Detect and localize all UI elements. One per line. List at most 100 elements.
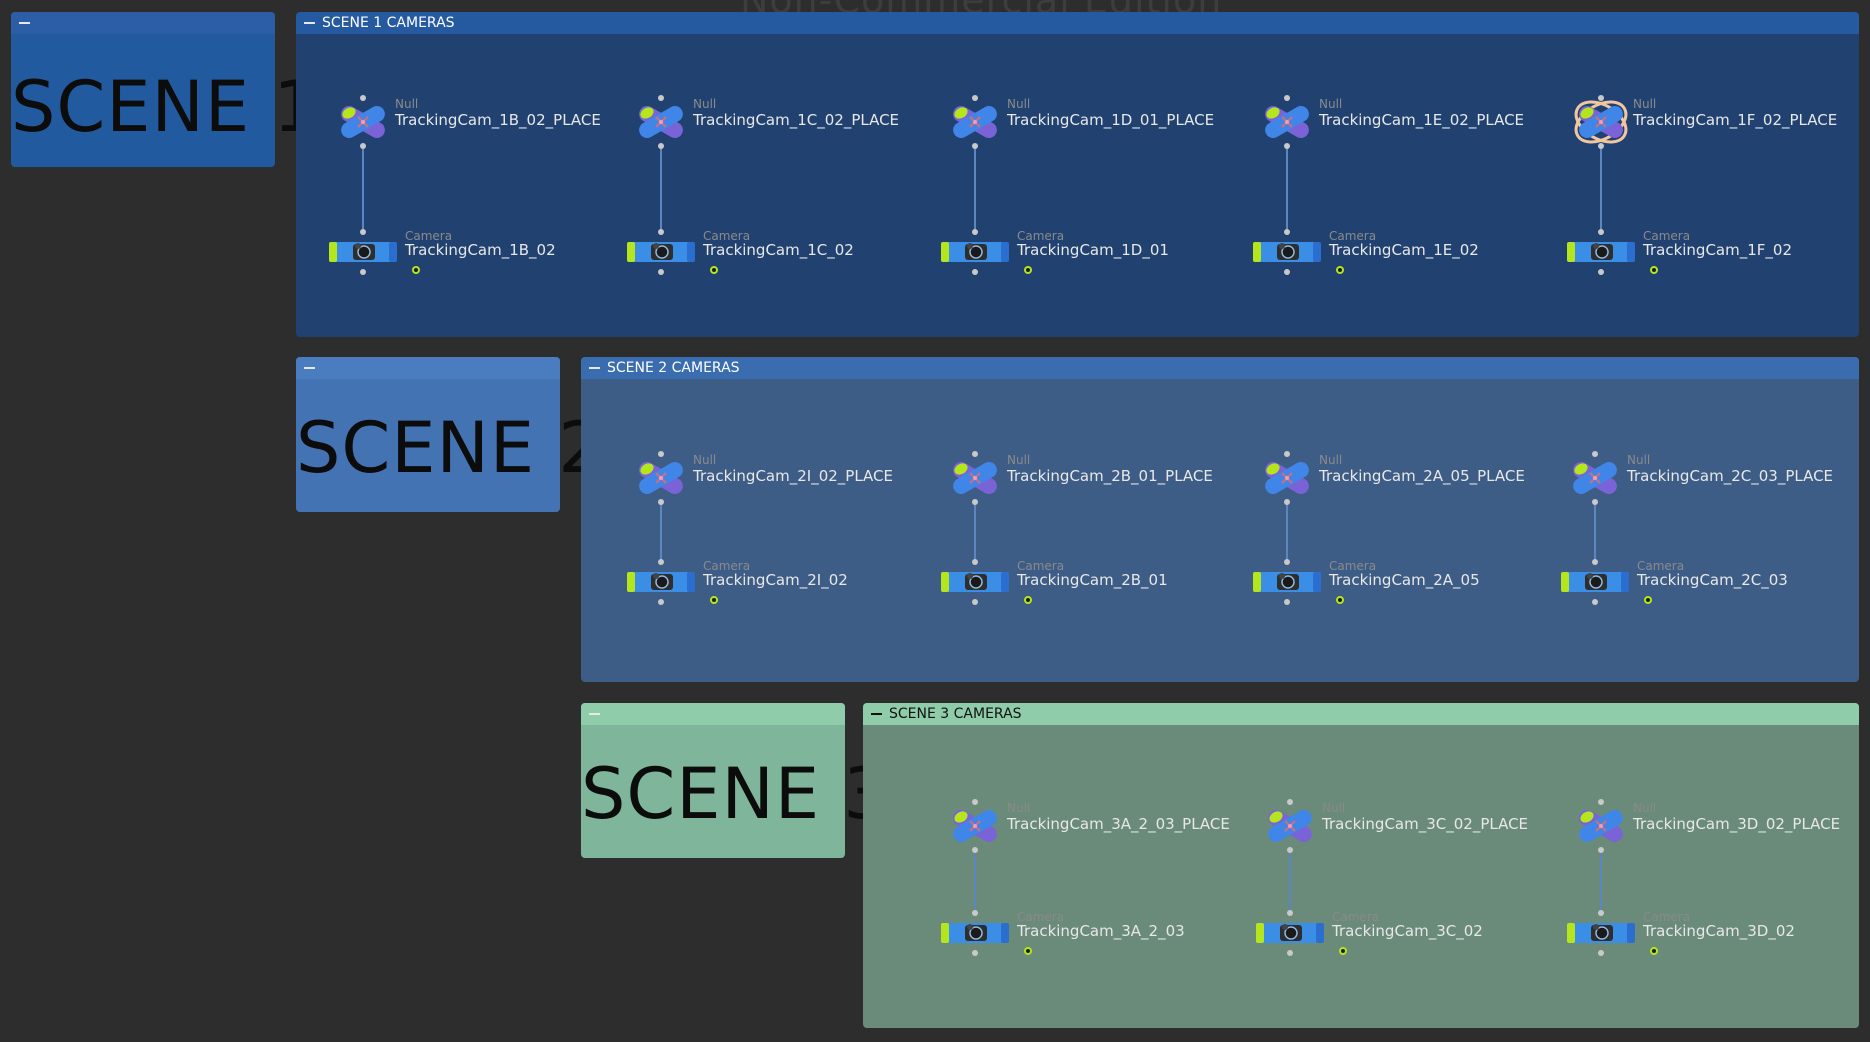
null-node-name[interactable]: TrackingCam_2C_03_PLACE <box>1627 467 1833 485</box>
camera-node-icon[interactable] <box>937 915 1013 951</box>
scene3-title-box[interactable]: SCENE 3 <box>581 703 888 858</box>
scene2-title-bar[interactable] <box>296 357 560 379</box>
null-input-connector[interactable] <box>972 95 978 101</box>
null-input-connector[interactable] <box>1598 799 1604 805</box>
null-input-connector[interactable] <box>658 95 664 101</box>
scene3-cameras-box[interactable]: SCENE 3 CAMERAS <box>863 703 1859 1028</box>
null-output-connector[interactable] <box>972 143 978 149</box>
camera-input-connector[interactable] <box>658 559 664 565</box>
camera-node-icon[interactable] <box>1563 234 1639 270</box>
null-node-icon[interactable] <box>947 450 1003 506</box>
display-flag-icon[interactable] <box>1024 596 1032 604</box>
null-node-icon[interactable] <box>1259 94 1315 150</box>
camera-node-name[interactable]: TrackingCam_1C_02 <box>703 241 854 259</box>
null-node-name[interactable]: TrackingCam_2I_02_PLACE <box>693 467 893 485</box>
null-output-connector[interactable] <box>972 499 978 505</box>
null-output-connector[interactable] <box>658 499 664 505</box>
camera-node-name[interactable]: TrackingCam_3D_02 <box>1643 922 1795 940</box>
camera-node-icon[interactable] <box>937 564 1013 600</box>
camera-input-connector[interactable] <box>1592 559 1598 565</box>
scene3-title-bar[interactable] <box>581 703 845 725</box>
camera-node-name[interactable]: TrackingCam_1F_02 <box>1643 241 1792 259</box>
null-node-name[interactable]: TrackingCam_2A_05_PLACE <box>1319 467 1525 485</box>
null-node-name[interactable]: TrackingCam_1F_02_PLACE <box>1633 111 1837 129</box>
null-output-connector[interactable] <box>1287 847 1293 853</box>
display-flag-icon[interactable] <box>710 596 718 604</box>
camera-output-connector[interactable] <box>658 269 664 275</box>
null-node-name[interactable]: TrackingCam_3D_02_PLACE <box>1633 815 1840 833</box>
display-flag-icon[interactable] <box>1336 596 1344 604</box>
null-node-icon[interactable] <box>335 94 391 150</box>
camera-input-connector[interactable] <box>1284 559 1290 565</box>
camera-node-name[interactable]: TrackingCam_1D_01 <box>1017 241 1169 259</box>
null-output-connector[interactable] <box>658 143 664 149</box>
camera-node-icon[interactable] <box>1249 564 1325 600</box>
camera-node-icon[interactable] <box>623 234 699 270</box>
camera-output-connector[interactable] <box>1287 950 1293 956</box>
camera-node-name[interactable]: TrackingCam_3A_2_03 <box>1017 922 1185 940</box>
camera-input-connector[interactable] <box>1284 229 1290 235</box>
null-input-connector[interactable] <box>360 95 366 101</box>
null-input-connector[interactable] <box>658 451 664 457</box>
camera-output-connector[interactable] <box>360 269 366 275</box>
scene1-title-box[interactable]: SCENE 1 <box>11 12 318 167</box>
null-output-connector[interactable] <box>1598 143 1604 149</box>
camera-output-connector[interactable] <box>1284 599 1290 605</box>
null-node-name[interactable]: TrackingCam_1C_02_PLACE <box>693 111 899 129</box>
camera-node-name[interactable]: TrackingCam_3C_02 <box>1332 922 1483 940</box>
camera-node-icon[interactable] <box>1252 915 1328 951</box>
camera-node-icon[interactable] <box>1557 564 1633 600</box>
camera-node-name[interactable]: TrackingCam_1E_02 <box>1329 241 1479 259</box>
scene2-cameras-bar[interactable]: SCENE 2 CAMERAS <box>581 357 1859 379</box>
null-node-icon[interactable] <box>947 798 1003 854</box>
camera-node-name[interactable]: TrackingCam_2I_02 <box>703 571 848 589</box>
camera-output-connector[interactable] <box>1598 269 1604 275</box>
collapse-icon[interactable] <box>304 22 315 24</box>
null-output-connector[interactable] <box>1592 499 1598 505</box>
camera-input-connector[interactable] <box>1287 910 1293 916</box>
camera-input-connector[interactable] <box>360 229 366 235</box>
camera-node-icon[interactable] <box>1563 915 1639 951</box>
display-flag-icon[interactable] <box>710 266 718 274</box>
camera-input-connector[interactable] <box>1598 910 1604 916</box>
display-flag-icon[interactable] <box>1650 266 1658 274</box>
display-flag-icon[interactable] <box>412 266 420 274</box>
null-input-connector[interactable] <box>1598 95 1604 101</box>
camera-output-connector[interactable] <box>972 950 978 956</box>
null-input-connector[interactable] <box>972 451 978 457</box>
camera-input-connector[interactable] <box>658 229 664 235</box>
null-output-connector[interactable] <box>360 143 366 149</box>
null-node-icon[interactable] <box>1573 798 1629 854</box>
null-input-connector[interactable] <box>1592 451 1598 457</box>
camera-output-connector[interactable] <box>972 599 978 605</box>
null-node-icon[interactable] <box>1259 450 1315 506</box>
null-output-connector[interactable] <box>1284 499 1290 505</box>
camera-output-connector[interactable] <box>1284 269 1290 275</box>
camera-output-connector[interactable] <box>1592 599 1598 605</box>
camera-node-icon[interactable] <box>937 234 1013 270</box>
scene1-title-bar[interactable] <box>11 12 275 34</box>
camera-input-connector[interactable] <box>972 229 978 235</box>
null-node-icon[interactable] <box>1262 798 1318 854</box>
collapse-icon[interactable] <box>589 713 600 715</box>
camera-node-icon[interactable] <box>623 564 699 600</box>
collapse-icon[interactable] <box>871 713 882 715</box>
null-output-connector[interactable] <box>1284 143 1290 149</box>
null-input-connector[interactable] <box>1284 451 1290 457</box>
camera-node-name[interactable]: TrackingCam_1B_02 <box>405 241 556 259</box>
camera-input-connector[interactable] <box>972 559 978 565</box>
camera-node-name[interactable]: TrackingCam_2B_01 <box>1017 571 1168 589</box>
null-node-icon[interactable] <box>1567 450 1623 506</box>
null-input-connector[interactable] <box>972 799 978 805</box>
display-flag-icon[interactable] <box>1336 266 1344 274</box>
null-node-icon[interactable] <box>633 450 689 506</box>
display-flag-icon[interactable] <box>1024 947 1032 955</box>
collapse-icon[interactable] <box>19 22 30 24</box>
scene2-title-box[interactable]: SCENE 2 <box>296 357 603 512</box>
camera-node-icon[interactable] <box>1249 234 1325 270</box>
camera-output-connector[interactable] <box>658 599 664 605</box>
display-flag-icon[interactable] <box>1650 947 1658 955</box>
scene2-cameras-box[interactable]: SCENE 2 CAMERAS <box>581 357 1859 682</box>
collapse-icon[interactable] <box>589 367 600 369</box>
display-flag-icon[interactable] <box>1339 947 1347 955</box>
